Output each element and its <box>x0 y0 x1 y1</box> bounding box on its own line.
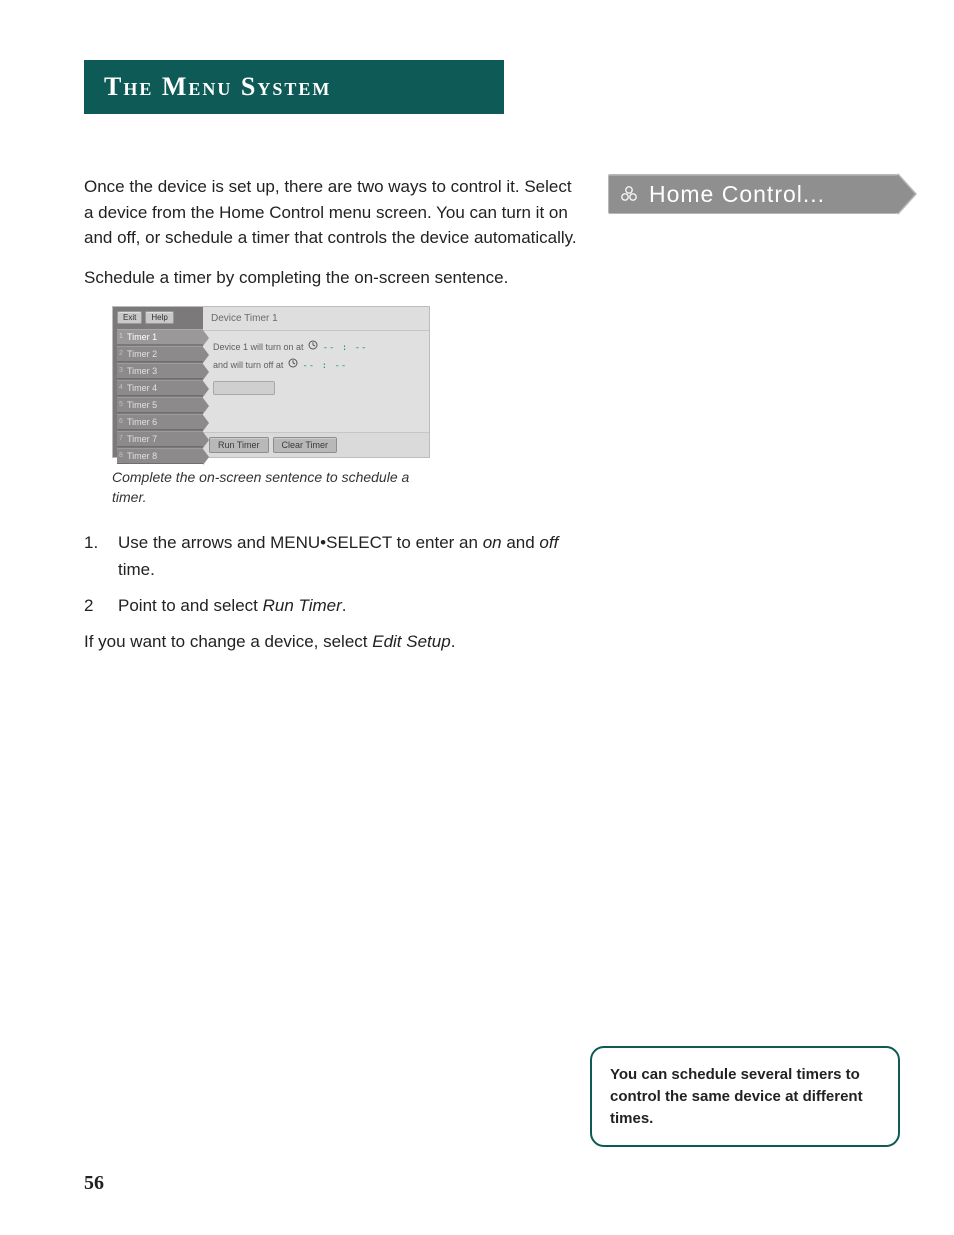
closing-paragraph: If you want to change a device, select E… <box>84 629 584 655</box>
step-1-number: 1. <box>84 529 104 583</box>
tip-callout: You can schedule several timers to contr… <box>590 1046 900 1147</box>
timer-tab-5[interactable]: 5Timer 5 <box>117 397 203 413</box>
section-header: The Menu System <box>84 60 504 114</box>
intro-paragraph: Once the device is set up, there are two… <box>84 174 584 251</box>
exit-button[interactable]: Exit <box>117 311 142 324</box>
help-button[interactable]: Help <box>145 311 173 324</box>
turn-on-sentence: Device 1 will turn on at -- : -- <box>213 339 419 357</box>
device-select[interactable] <box>213 381 275 395</box>
step-2-text: Point to and select Run Timer. <box>118 592 347 619</box>
home-control-icon <box>619 184 639 204</box>
clear-timer-button[interactable]: Clear Timer <box>273 437 338 453</box>
timer-tab-3[interactable]: 3Timer 3 <box>117 363 203 379</box>
on-time-field[interactable]: -- : -- <box>323 343 368 353</box>
step-1-text: Use the arrows and MENU•SELECT to enter … <box>118 529 584 583</box>
screenshot-caption: Complete the on-screen sentence to sched… <box>112 468 432 507</box>
timer-tab-2[interactable]: 2Timer 2 <box>117 346 203 362</box>
timer-tab-1[interactable]: 1Timer 1 <box>117 329 203 345</box>
timer-tab-7[interactable]: 7Timer 7 <box>117 431 203 447</box>
timer-tab-6[interactable]: 6Timer 6 <box>117 414 203 430</box>
clock-icon <box>288 357 298 374</box>
timer-tab-8[interactable]: 8Timer 8 <box>117 448 203 464</box>
timer-tab-4[interactable]: 4Timer 4 <box>117 380 203 396</box>
device-timer-screenshot: Exit Help 1Timer 1 2Timer 2 3Timer 3 4Ti… <box>112 306 430 458</box>
home-control-label: Home Control... <box>649 181 825 208</box>
turn-off-sentence: and will turn off at -- : -- <box>213 357 419 375</box>
schedule-paragraph: Schedule a timer by completing the on-sc… <box>84 265 584 291</box>
home-control-breadcrumb[interactable]: Home Control... <box>608 174 898 214</box>
device-timer-title: Device Timer 1 <box>203 307 429 331</box>
page-number: 56 <box>84 1172 104 1195</box>
off-time-field[interactable]: -- : -- <box>302 361 347 371</box>
run-timer-button[interactable]: Run Timer <box>209 437 269 453</box>
step-2-number: 2 <box>84 592 104 619</box>
clock-icon <box>308 339 318 356</box>
